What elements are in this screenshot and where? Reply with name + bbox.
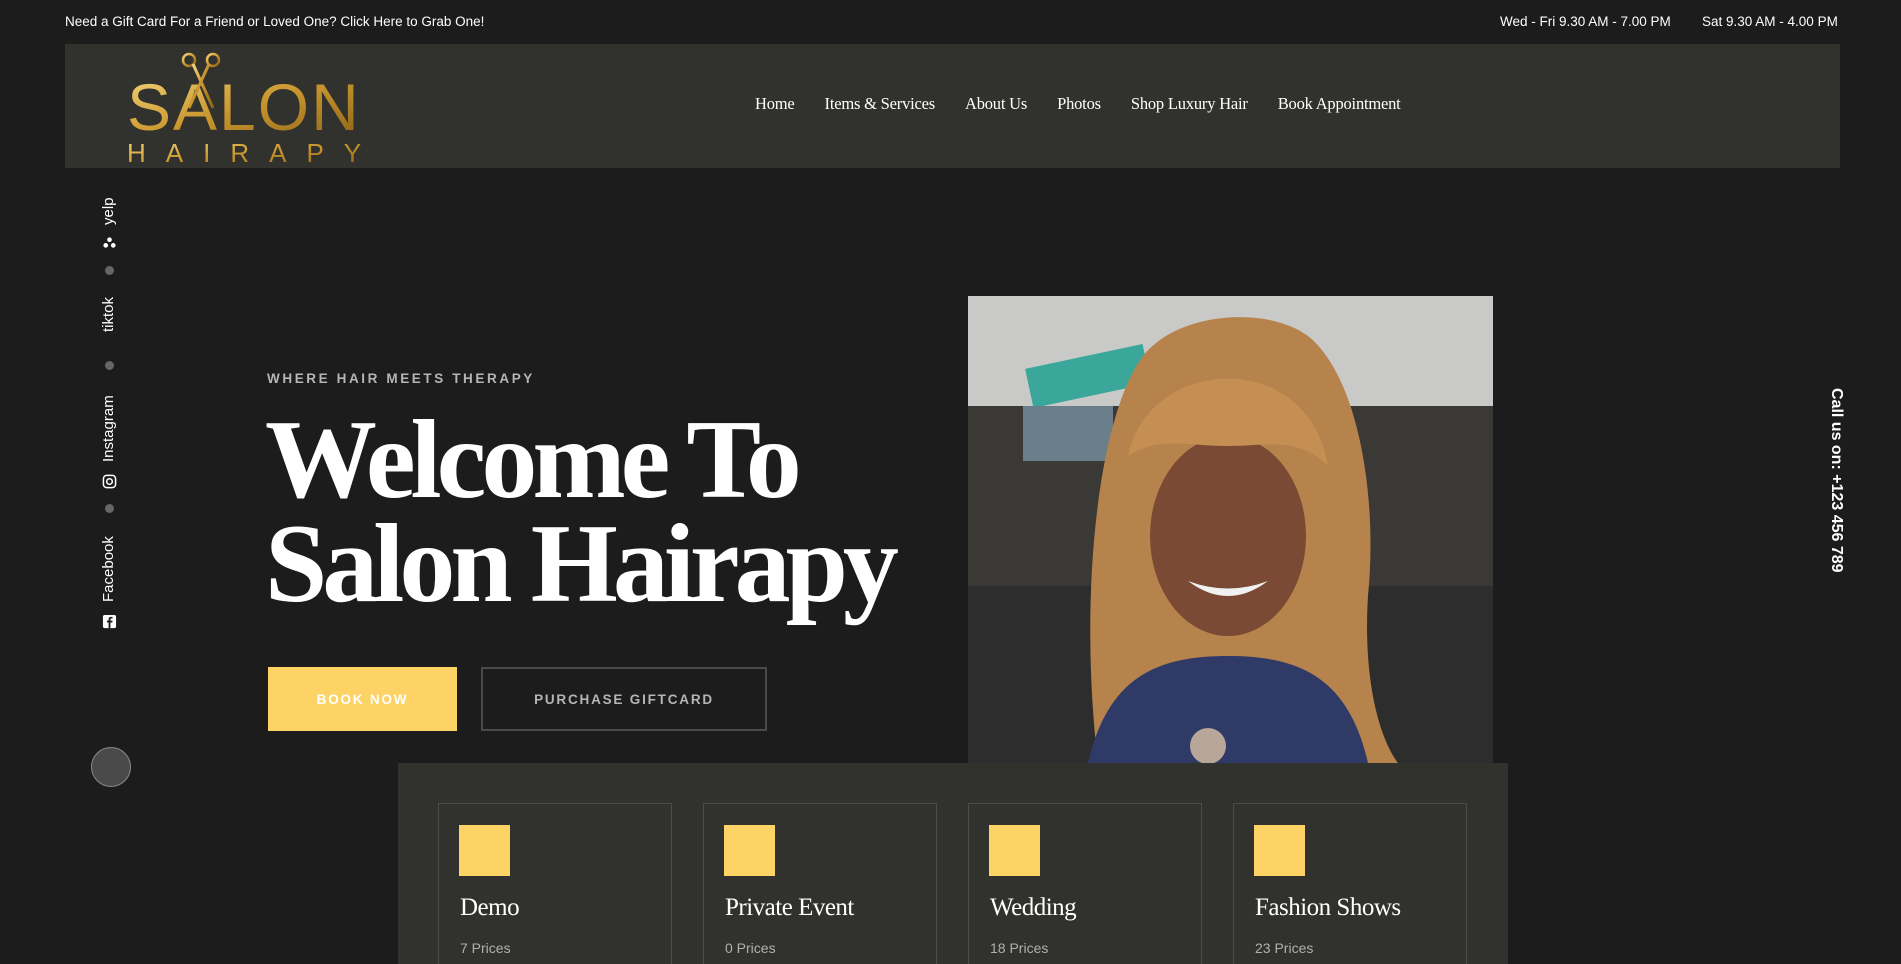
- main-nav: Home Items & Services About Us Photos Sh…: [755, 94, 1431, 114]
- card-title: Wedding: [990, 894, 1077, 921]
- card-price-count: 23 Prices: [1255, 940, 1314, 956]
- logo-word: SALON: [127, 70, 361, 144]
- gift-card-promo-link[interactable]: Need a Gift Card For a Friend or Loved O…: [65, 14, 484, 29]
- facebook-icon[interactable]: [102, 614, 117, 629]
- top-bar: Need a Gift Card For a Friend or Loved O…: [0, 0, 1901, 44]
- call-us-vertical[interactable]: Call us on: +123 456 789: [1827, 388, 1845, 573]
- card-price-count: 7 Prices: [460, 940, 511, 956]
- nav-items-services[interactable]: Items & Services: [825, 94, 936, 114]
- card-icon-square: [724, 825, 775, 876]
- logo-sub: HAIRAPY: [127, 138, 381, 166]
- service-cards-panel: Demo 7 Prices Private Event 0 Prices Wed…: [398, 763, 1508, 964]
- yelp-icon[interactable]: [102, 236, 117, 251]
- separator-dot: [105, 361, 114, 370]
- nav-shop-luxury-hair[interactable]: Shop Luxury Hair: [1131, 94, 1248, 114]
- separator-dot: [105, 266, 114, 275]
- card-title: Demo: [460, 894, 520, 921]
- instagram-icon[interactable]: [102, 474, 117, 489]
- hero-title-line-1: Welcome To: [265, 398, 802, 522]
- service-card-fashion-shows[interactable]: Fashion Shows 23 Prices: [1233, 803, 1467, 964]
- site-header: SALON HAIRAPY Home Items & Services Abou…: [65, 44, 1840, 168]
- hero-title: Welcome To Salon Hairapy: [265, 398, 899, 626]
- service-card-private-event[interactable]: Private Event 0 Prices: [703, 803, 937, 964]
- card-price-count: 18 Prices: [990, 940, 1049, 956]
- nav-book-appointment[interactable]: Book Appointment: [1278, 94, 1401, 114]
- salon-hairapy-logo[interactable]: SALON HAIRAPY: [125, 48, 385, 166]
- social-tiktok-label[interactable]: tiktok: [100, 297, 117, 332]
- card-icon-square: [1254, 825, 1305, 876]
- social-facebook-label[interactable]: Facebook: [100, 536, 117, 602]
- card-title: Private Event: [725, 894, 854, 921]
- nav-photos[interactable]: Photos: [1057, 94, 1101, 114]
- hero-title-line-2: Salon Hairapy: [265, 502, 899, 626]
- social-instagram-label[interactable]: Instagram: [100, 395, 117, 462]
- card-title: Fashion Shows: [1255, 894, 1401, 921]
- nav-about-us[interactable]: About Us: [965, 94, 1027, 114]
- book-now-button[interactable]: BOOK NOW: [268, 667, 457, 731]
- social-links: yelp tiktok Instagram Facebook: [95, 190, 125, 640]
- card-icon-square: [459, 825, 510, 876]
- card-price-count: 0 Prices: [725, 940, 776, 956]
- hero-photo: [968, 296, 1493, 763]
- card-icon-square: [989, 825, 1040, 876]
- purchase-giftcard-button[interactable]: PURCHASE GIFTCARD: [481, 667, 767, 731]
- service-card-demo[interactable]: Demo 7 Prices: [438, 803, 672, 964]
- social-yelp-label[interactable]: yelp: [100, 197, 117, 225]
- weekday-hours: Wed - Fri 9.30 AM - 7.00 PM: [1500, 14, 1671, 29]
- hero-eyebrow: WHERE HAIR MEETS THERAPY: [267, 371, 535, 386]
- separator-dot: [105, 504, 114, 513]
- floating-circle-button[interactable]: [91, 747, 131, 787]
- nav-home[interactable]: Home: [755, 94, 795, 114]
- service-card-wedding[interactable]: Wedding 18 Prices: [968, 803, 1202, 964]
- saturday-hours: Sat 9.30 AM - 4.00 PM: [1702, 14, 1838, 29]
